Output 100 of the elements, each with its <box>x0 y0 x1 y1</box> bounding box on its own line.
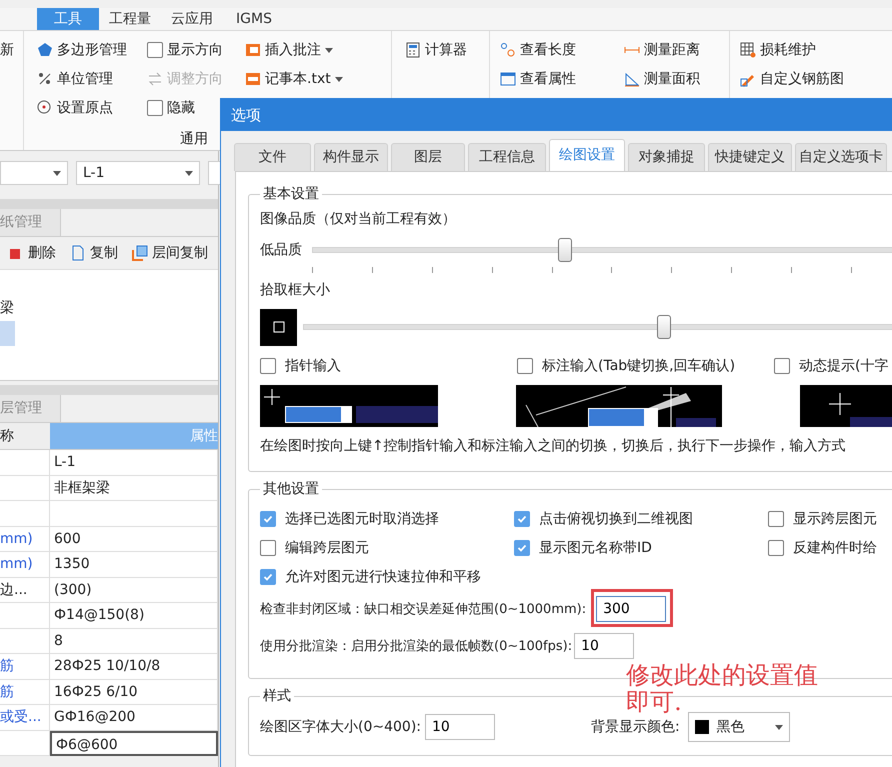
checkbox-option[interactable]: 显示图元名称带ID <box>514 539 768 557</box>
caret-icon <box>774 724 783 730</box>
table-cell: 28Ф25 10/10/8 <box>50 654 218 680</box>
table-cell <box>0 476 50 501</box>
checkmark-icon <box>517 514 527 524</box>
ribbon-button[interactable]: 插入批注 <box>245 39 391 61</box>
column-header: 属性 <box>50 423 218 450</box>
checkbox[interactable] <box>147 100 163 116</box>
dialog-tab[interactable]: 快捷键定义 <box>708 143 792 171</box>
input-field[interactable]: 10 <box>574 632 634 658</box>
checkbox[interactable] <box>514 540 530 556</box>
table-cell <box>0 603 50 628</box>
checkbox[interactable] <box>768 540 784 556</box>
dialog-tab[interactable]: 自定义选项卡 <box>795 143 887 171</box>
dialog-tab[interactable]: 构件显示 <box>314 143 388 171</box>
ribbon-button[interactable]: 测量距离 <box>624 39 729 61</box>
arrows-icon <box>147 71 163 87</box>
slider-label: 低品质 <box>260 241 302 259</box>
dropdown[interactable]: L-1 <box>76 161 200 185</box>
input-field[interactable]: 10 <box>425 714 495 740</box>
slider-thumb[interactable] <box>657 315 671 339</box>
dialog-tab[interactable]: 图层 <box>391 143 465 171</box>
checkbox-option[interactable]: 标注输入(Tab键切换,回车确认) <box>517 357 774 375</box>
calculator-icon <box>405 42 421 58</box>
pick-size-slider[interactable] <box>303 315 892 339</box>
checkbox[interactable] <box>517 358 533 374</box>
input-field[interactable]: Ф6@600 <box>50 730 218 756</box>
table-cell <box>0 450 50 476</box>
ribbon-button[interactable]: 记事本.txt <box>245 68 391 90</box>
ribbon-button[interactable]: 多边形管理 <box>37 39 147 61</box>
checkbox-option[interactable]: 动态提示(十字 <box>774 357 892 375</box>
group-title: 基本设置 <box>262 185 320 203</box>
checkbox[interactable] <box>260 540 276 556</box>
toolbar-button[interactable]: 删除 <box>8 244 56 262</box>
table-cell: 筋 <box>0 680 50 705</box>
ribbon-button[interactable]: 自定义钢筋图 <box>740 68 892 90</box>
table-cell: (300) <box>50 578 218 603</box>
checkbox-option[interactable]: 选择已选图元时取消选择 <box>260 510 514 528</box>
checkbox-option[interactable]: 允许对图元进行快速拉伸和平移 <box>260 568 514 586</box>
caret-icon <box>334 76 343 82</box>
checkbox-option[interactable]: 点击俯视切换到二维视图 <box>514 510 768 528</box>
table-cell: 筋 <box>0 654 50 680</box>
ribbon-button[interactable]: 查看长度 <box>500 39 624 61</box>
checkbox[interactable] <box>514 511 530 527</box>
ribbon-button[interactable]: 测量面积 <box>624 68 729 90</box>
dialog-tab[interactable]: 对象捕捉 <box>628 143 705 171</box>
caret-icon <box>185 170 193 176</box>
table-cell <box>0 501 50 526</box>
slider-thumb[interactable] <box>558 238 572 262</box>
checkbox[interactable] <box>768 511 784 527</box>
quality-slider[interactable] <box>312 238 892 262</box>
checkbox[interactable] <box>260 511 276 527</box>
checkbox[interactable] <box>260 569 276 585</box>
ribbon-button[interactable]: 设置原点 <box>37 97 147 119</box>
checkbox-option[interactable]: 指针输入 <box>260 357 517 375</box>
checkmark-icon <box>263 514 273 524</box>
setting-label: 拾取框大小 <box>260 281 331 300</box>
table-cell: 8 <box>50 628 218 654</box>
checkbox[interactable] <box>147 42 163 58</box>
pentagon-icon <box>37 42 53 58</box>
table-cell: Ф14@150(8) <box>50 603 218 628</box>
table-cell: 600 <box>50 526 218 552</box>
dialog-title: 选项 <box>221 99 892 131</box>
table-cell: mm) <box>0 526 50 552</box>
input-field[interactable]: 300 <box>596 596 666 622</box>
field-label: 使用分批渲染：启用分批渲染的最低帧数(0~100fps): <box>260 638 572 654</box>
document-icon <box>70 245 86 261</box>
ribbon-tab[interactable]: 工程量 <box>99 8 161 30</box>
checkbox-option[interactable]: 反建构件时给 <box>768 539 892 557</box>
ribbon-button[interactable]: 单位管理 <box>37 68 147 90</box>
hint-text: 在绘图时按向上键↑控制指针输入和标注输入之间的切换，切换后，执行下一步操作，输入方式 <box>260 437 847 456</box>
ribbon-tab[interactable]: IGMS <box>223 8 285 30</box>
dialog-tab[interactable]: 绘图设置 <box>549 139 625 171</box>
group-title: 其他设置 <box>262 480 320 498</box>
ribbon-button[interactable]: 查看属性 <box>500 68 624 90</box>
caret-icon <box>325 48 333 52</box>
ribbon-tab[interactable]: 云应用 <box>161 8 223 30</box>
ribbon-button[interactable]: 计算器 <box>405 39 489 61</box>
table-cell: L-1 <box>50 450 218 476</box>
dialog-tab[interactable]: 文件 <box>234 143 311 171</box>
field-label: 背景显示颜色: <box>591 718 680 736</box>
color-dropdown[interactable]: 黑色 <box>688 712 790 742</box>
table-cell: 16Ф25 6/10 <box>50 680 218 705</box>
ribbon-button[interactable]: 新 <box>0 39 23 61</box>
dots-icon <box>37 71 53 87</box>
checkbox-option[interactable]: 显示方向 <box>147 39 245 61</box>
checkmark-icon <box>263 572 273 582</box>
grid-icon <box>740 42 756 58</box>
table-cell: mm) <box>0 552 50 578</box>
toolbar-button[interactable]: 复制 <box>70 244 118 262</box>
table-cell: 非框架梁 <box>50 476 218 501</box>
checkbox-option[interactable]: 编辑跨层图元 <box>260 539 514 557</box>
checkbox[interactable] <box>774 358 790 374</box>
caret-icon <box>53 170 61 176</box>
toolbar-button[interactable]: 层间复制 <box>132 244 208 262</box>
ribbon-button[interactable]: 损耗维护 <box>740 39 892 61</box>
checkbox[interactable] <box>260 358 276 374</box>
checkbox-option[interactable]: 显示跨层图元 <box>768 510 892 528</box>
dialog-tab[interactable]: 工程信息 <box>468 143 546 171</box>
group-label: 通用 <box>180 130 208 148</box>
